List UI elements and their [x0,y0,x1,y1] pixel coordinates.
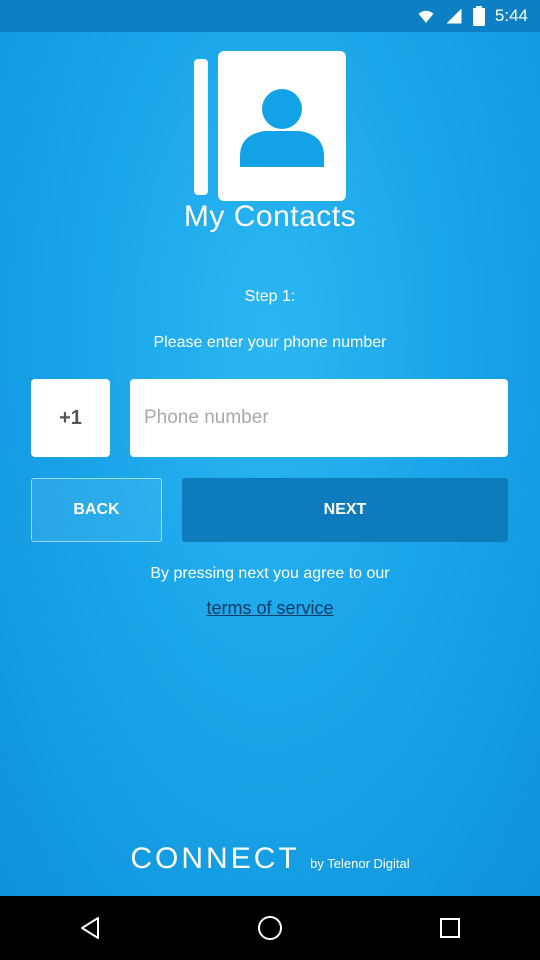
brand-name: CONNECT [130,842,300,875]
terms-of-service-link[interactable]: terms of service [0,598,540,619]
status-bar: 5:44 [0,0,540,32]
battery-icon [472,6,485,26]
branding: CONNECT by Telenor Digital [0,842,540,876]
phone-number-input[interactable] [130,379,508,457]
navigation-bar [0,896,540,960]
recents-icon [440,918,460,938]
app-title: My Contacts [183,200,357,233]
nav-recents-button[interactable] [420,898,480,958]
step-label: Step 1: [244,288,296,305]
contacts-logo [194,51,346,203]
nav-back-button[interactable] [60,898,120,958]
wifi-icon [418,10,434,23]
status-time: 5:44 [494,6,528,25]
back-icon [81,917,99,939]
signal-icon [446,8,462,24]
home-icon [258,916,282,940]
country-code-button[interactable]: +1 [31,379,110,457]
logo-card [218,51,346,201]
back-button[interactable]: BACK [31,478,162,542]
person-icon [240,89,324,167]
agreement-text: By pressing next you agree to our [150,565,390,582]
phone-prompt: Please enter your phone number [153,334,387,351]
status-icons: 5:44 [417,6,528,26]
logo-bar [194,59,208,195]
brand-byline: by Telenor Digital [310,856,410,871]
next-button[interactable]: NEXT [182,478,508,542]
nav-home-button[interactable] [240,898,300,958]
